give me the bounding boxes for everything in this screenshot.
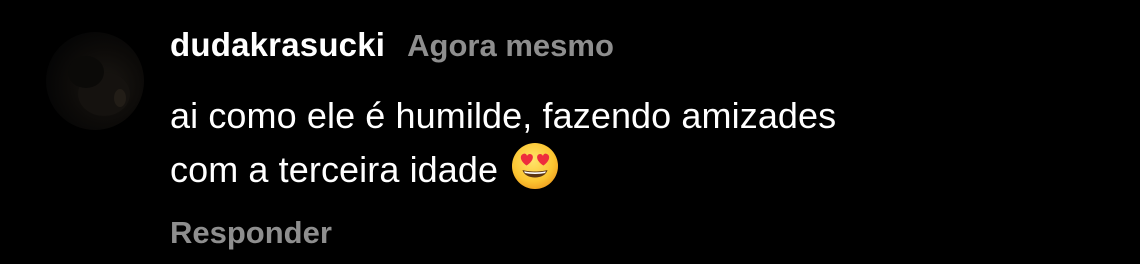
avatar[interactable]: [46, 32, 144, 130]
comment-text-line-1: ai como ele é humilde, fazendo amizades: [170, 95, 837, 136]
smiling-face-with-heart-eyes-icon: [510, 141, 560, 191]
timestamp: Agora mesmo: [407, 28, 614, 63]
username[interactable]: dudakrasucki: [170, 26, 385, 64]
comment-text-line-2-text: com a terceira idade: [170, 149, 499, 190]
comment-text: ai como ele é humilde, fazendo amizades …: [170, 90, 1110, 195]
comment: dudakrasucki Agora mesmo ai como ele é h…: [170, 26, 1110, 251]
reply-button[interactable]: Responder: [170, 215, 1110, 251]
comment-text-line-2: com a terceira idade: [170, 141, 1110, 195]
avatar-image: [68, 56, 130, 116]
comment-header: dudakrasucki Agora mesmo: [170, 26, 1110, 74]
